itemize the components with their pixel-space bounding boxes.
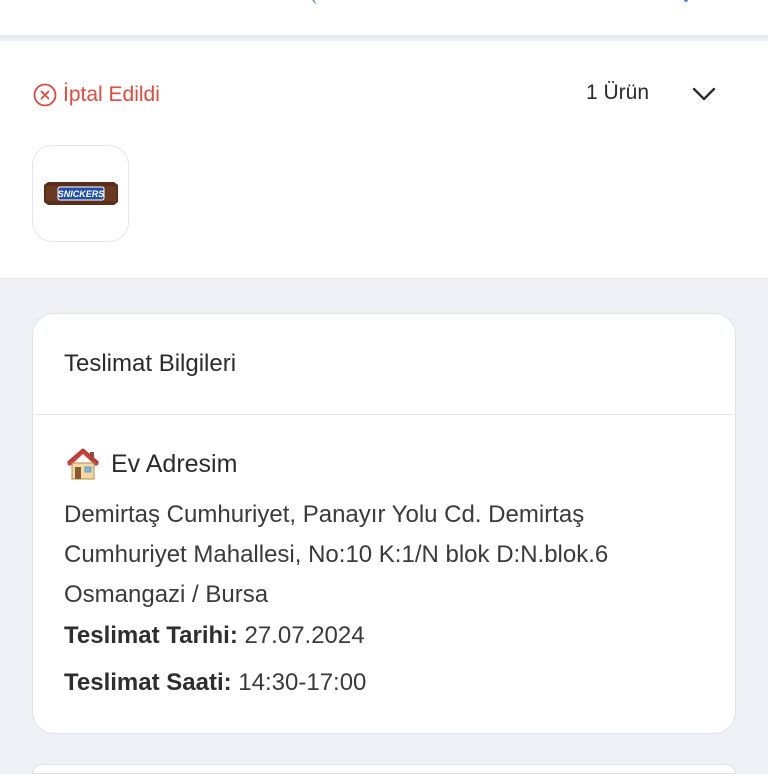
address-line: Osmangazi / Bursa xyxy=(64,581,269,608)
delivery-date-label: Teslimat Tarihi: xyxy=(64,622,238,649)
delivery-date-value: 27.07.2024 xyxy=(244,622,365,649)
address-title: Ev Adresim xyxy=(64,445,237,483)
delivery-info-card: Teslimat Bilgileri Ev Adresim Demirtaş C… xyxy=(32,313,736,734)
top-header-strip xyxy=(0,0,768,38)
svg-text:SNICKERS: SNICKERS xyxy=(58,189,105,199)
item-count: 1 Ürün xyxy=(586,81,650,104)
delivery-time-value: 14:30-17:00 xyxy=(238,669,367,696)
chevron-down-icon[interactable] xyxy=(692,84,716,104)
delivery-time-row: Teslimat Saati: 14:30-17:00 xyxy=(64,669,366,697)
address-line: Cumhuriyet Mahallesi, No:10 K:1/N blok D… xyxy=(64,541,609,568)
address-line: Demirtaş Cumhuriyet, Panayır Yolu Cd. De… xyxy=(64,501,585,528)
delivery-date-row: Teslimat Tarihi: 27.07.2024 xyxy=(64,622,365,650)
product-thumbnail[interactable]: SNICKERS xyxy=(32,145,129,242)
address-title-label: Ev Adresim xyxy=(111,449,238,478)
house-icon xyxy=(67,448,99,480)
delivery-section-title: Teslimat Bilgileri xyxy=(33,314,735,415)
delivery-time-label: Teslimat Saati: xyxy=(64,669,232,696)
cancel-circle-icon xyxy=(33,83,57,107)
address-text: Demirtaş Cumhuriyet, Panayır Yolu Cd. De… xyxy=(64,495,724,615)
status-label: İptal Edildi xyxy=(63,83,160,106)
snickers-bar-image: SNICKERS xyxy=(44,182,118,205)
header-icon-fragment xyxy=(312,0,320,4)
header-icon-fragment xyxy=(684,0,688,2)
next-card-edge xyxy=(32,764,736,774)
order-status: İptal Edildi xyxy=(33,82,160,108)
